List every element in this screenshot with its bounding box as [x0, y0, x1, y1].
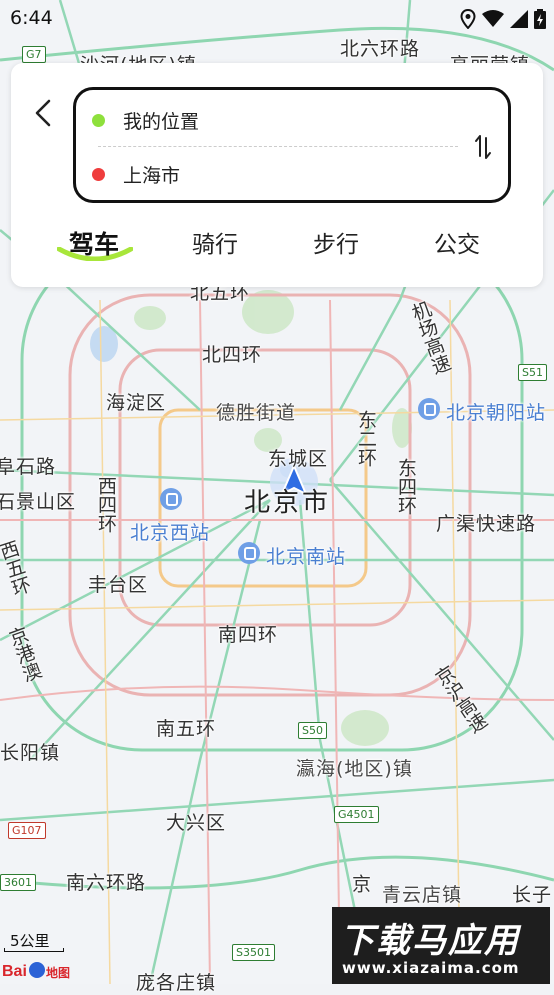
label-changyang: 长阳镇	[0, 742, 61, 764]
label-fengtai: 丰台区	[88, 574, 149, 596]
metro-station-icon	[238, 542, 260, 564]
label-dongcheng: 东城区	[268, 448, 329, 470]
label-beijing: 北京市	[244, 488, 332, 518]
label-jing: 京	[349, 874, 371, 893]
shield-g7: G7	[22, 46, 46, 63]
origin-text: 我的位置	[123, 110, 200, 133]
label-station-nan[interactable]: 北京南站	[266, 542, 346, 569]
origin-dot-icon	[92, 113, 105, 127]
status-time: 6:44	[10, 7, 53, 29]
shield-g107: G107	[8, 822, 46, 839]
label-xisihuan: 西四环	[95, 476, 117, 533]
watermark-url: www.xiazaima.com	[342, 959, 520, 977]
label-changzi: 长子	[512, 884, 553, 906]
watermark-title: 下载马应用	[340, 921, 520, 961]
travel-mode-tabs: 驾车 骑行 步行 公交	[11, 211, 543, 271]
baidu-map-logo: Bai 地图	[2, 958, 76, 982]
shield-s3501: S3501	[232, 944, 275, 961]
label-qingyundian: 青云店镇	[382, 884, 463, 906]
wifi-icon	[482, 10, 504, 32]
origin-field[interactable]: 我的位置	[92, 100, 462, 140]
label-guangqu: 广渠快速路	[436, 513, 537, 535]
route-inputs: 我的位置 上海市	[73, 87, 511, 203]
label-shijingshan: 石景山区	[0, 491, 77, 513]
label-nanwuhuan: 南五环	[156, 718, 217, 740]
chevron-left-icon	[35, 99, 51, 127]
label-nanliuhuan: 南六环路	[66, 872, 147, 894]
metro-station-icon	[160, 488, 182, 510]
location-icon	[460, 8, 476, 33]
shield-g4501: G4501	[334, 806, 379, 823]
swap-icon	[475, 135, 491, 159]
svg-text:地图: 地图	[46, 965, 70, 980]
label-station-xi[interactable]: 北京西站	[130, 518, 210, 545]
label-dongsihuan: 东四环	[395, 458, 417, 515]
scale-bar	[4, 948, 64, 952]
label-daxing: 大兴区	[166, 812, 227, 834]
watermark: 下载马应用 www.xiazaima.com	[332, 907, 550, 984]
shield-s50: S50	[298, 722, 327, 739]
metro-station-icon	[418, 398, 440, 420]
shield-s51: S51	[518, 364, 547, 381]
label-dongerhuan: 东二环	[355, 410, 377, 467]
label-fushilu: 阜石路	[0, 456, 57, 478]
signal-icon	[510, 10, 528, 32]
tab-transit[interactable]: 公交	[434, 225, 480, 259]
label-station-chaoyang[interactable]: 北京朝阳站	[446, 398, 546, 425]
battery-icon	[534, 9, 546, 33]
field-divider	[98, 146, 458, 147]
label-nansihuan: 南四环	[218, 624, 279, 646]
label-yinghai: 瀛海(地区)镇	[296, 758, 413, 780]
back-button[interactable]	[29, 95, 57, 131]
svg-text:Bai: Bai	[2, 963, 27, 980]
destination-dot-icon	[92, 167, 105, 181]
shield-g3601: 3601	[0, 874, 36, 891]
tab-walk[interactable]: 步行	[313, 225, 359, 259]
route-planner-card: 我的位置 上海市 驾车 骑行 步行 公交	[11, 63, 543, 287]
tab-ride[interactable]: 骑行	[192, 225, 238, 259]
tab-drive[interactable]: 驾车	[69, 225, 119, 261]
label-haidian: 海淀区	[106, 392, 167, 414]
label-deshengjiedao: 德胜街道	[216, 402, 297, 424]
map-scale: 5公里	[4, 930, 66, 954]
label-beisihuan: 北四环	[202, 344, 263, 366]
swap-button[interactable]	[472, 132, 494, 162]
label-pangezhuang: 庞各庄镇	[136, 972, 217, 994]
destination-text: 上海市	[123, 164, 181, 187]
destination-field[interactable]: 上海市	[92, 154, 462, 194]
baidu-logo-icon: Bai 地图	[2, 962, 70, 980]
status-bar: 6:44	[0, 0, 554, 40]
